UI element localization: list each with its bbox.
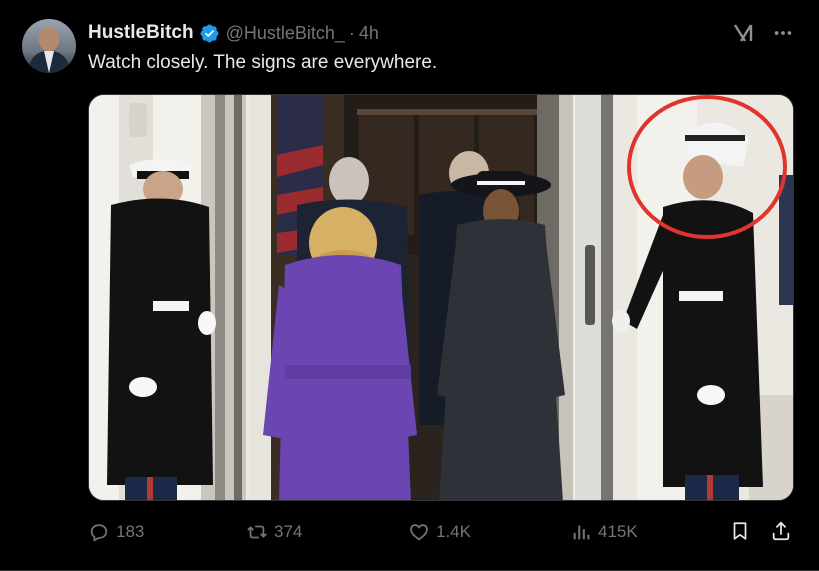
avatar-head	[39, 27, 59, 51]
reply-icon	[90, 524, 108, 542]
repost-button[interactable]: 374	[246, 516, 302, 548]
header-separator: ·	[348, 22, 355, 43]
reply-count: 183	[116, 522, 145, 541]
tweet-text: Watch closely. The signs are everywhere.	[88, 52, 438, 73]
avatar[interactable]	[22, 19, 76, 73]
like-icon	[410, 524, 428, 541]
repost-icon	[247, 525, 267, 539]
views-button[interactable]: 415K	[570, 516, 638, 548]
post-time[interactable]: 4h	[359, 23, 379, 44]
action-bar: 183 374 1.4K 415K	[88, 516, 800, 548]
bookmark-icon[interactable]	[729, 520, 751, 542]
repost-count: 374	[274, 522, 303, 541]
author-handle[interactable]: @HustleBitch_	[226, 23, 345, 44]
views-icon	[573, 525, 590, 540]
author-name[interactable]: HustleBitch	[88, 22, 194, 44]
like-count: 1.4K	[436, 522, 471, 541]
views-count: 415K	[598, 522, 638, 541]
tweet-header: HustleBitch @HustleBitch_ · 4h	[88, 22, 379, 44]
verified-badge-icon	[200, 24, 219, 42]
more-options-icon[interactable]	[772, 22, 794, 44]
tweet[interactable]: HustleBitch @HustleBitch_ · 4h Watch clo…	[0, 0, 819, 571]
like-button[interactable]: 1.4K	[408, 516, 471, 548]
grok-icon[interactable]	[732, 21, 756, 45]
tweet-media[interactable]	[88, 94, 794, 501]
reply-button[interactable]: 183	[88, 516, 144, 548]
share-icon[interactable]	[770, 520, 792, 542]
media-video-frame	[89, 95, 793, 500]
